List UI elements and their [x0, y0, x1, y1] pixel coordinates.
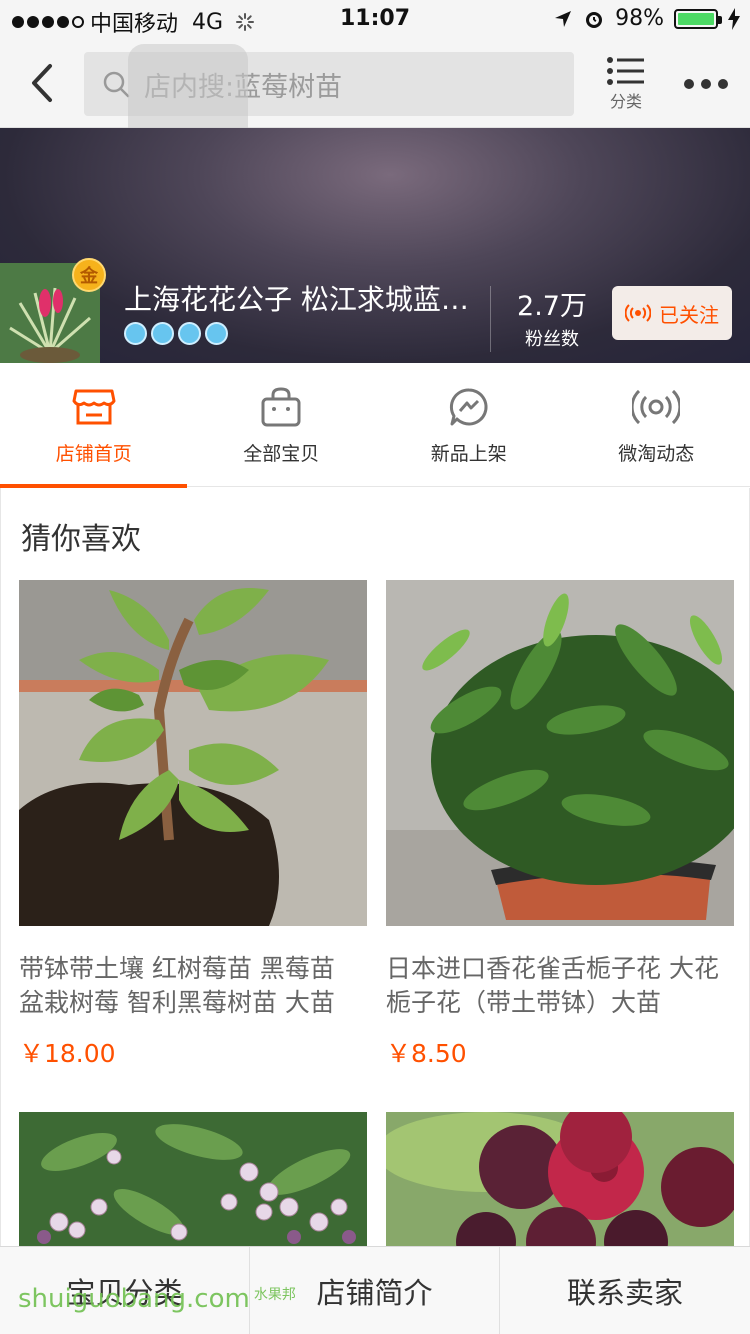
banner-divider: [490, 286, 491, 352]
follow-label: 已关注: [659, 302, 719, 327]
broadcast-icon: [625, 304, 651, 322]
tab-label: 微淘动态: [618, 443, 695, 465]
shopping-bag-icon: [261, 387, 301, 427]
product-card[interactable]: 带钵带土壤 红树莓苗 黑莓苗 盆栽树莓 智利黑莓树苗 大苗 ￥18.00: [19, 580, 367, 1070]
crown-icon: [178, 322, 201, 345]
crown-icon: [124, 322, 147, 345]
more-dot-icon: [684, 79, 694, 89]
product-title: 带钵带土壤 红树莓苗 黑莓苗 盆栽树莓 智利黑莓树苗 大苗: [19, 954, 335, 1017]
product-card[interactable]: [19, 1112, 367, 1248]
chevron-left-icon: [32, 64, 52, 102]
fans-count: 2.7万: [517, 291, 587, 322]
category-label: 分类: [609, 92, 642, 111]
new-arrival-icon: [449, 388, 488, 426]
tab-label: 全部宝贝: [243, 443, 320, 465]
product-image: [386, 1112, 734, 1248]
category-button[interactable]: 分类: [600, 56, 652, 116]
fans-label: 粉丝数: [525, 329, 579, 350]
product-card[interactable]: 日本进口香花雀舌栀子花 大花栀子花（带土带钵）大苗 ￥8.50: [386, 580, 734, 1070]
more-dot-icon: [718, 79, 728, 89]
shop-banner: 金 上海花花公子 松江求城蓝莓园艺 2.7万 粉丝数 已关注: [0, 128, 750, 363]
tab-all-items[interactable]: 全部宝贝: [188, 363, 376, 487]
product-price: ￥18.00: [19, 1039, 116, 1068]
watermark: shuiguobang.com 水果邦: [18, 1284, 296, 1314]
tab-new-arrivals[interactable]: 新品上架: [375, 363, 563, 487]
follow-button[interactable]: 已关注: [612, 286, 732, 340]
charging-bolt-icon: [728, 7, 740, 30]
product-title: 日本进口香花雀舌栀子花 大花栀子花（带土带钵）大苗: [386, 954, 719, 1017]
search-icon: [103, 71, 130, 98]
watermark-cn: 水果邦: [253, 1287, 296, 1303]
more-dot-icon: [701, 79, 711, 89]
tab-label: 店铺首页: [55, 443, 132, 465]
nav-bar: 店内搜:蓝莓树苗 分类: [0, 40, 750, 164]
gold-badge: 金: [72, 258, 106, 292]
broadcast-icon: [632, 389, 681, 425]
tab-label: 新品上架: [430, 443, 507, 465]
section-title: 猜你喜欢: [21, 522, 141, 557]
status-bar: 中国移动 4G 11:07 98%: [0, 0, 750, 40]
product-image: [19, 580, 367, 926]
contact-seller-button[interactable]: 联系卖家: [500, 1247, 750, 1334]
fans-info: 2.7万 粉丝数: [500, 284, 604, 351]
battery-percent: 98%: [615, 6, 664, 31]
product-price: ￥8.50: [386, 1039, 467, 1068]
shop-rating-crowns: [124, 322, 228, 345]
status-right: 98%: [553, 6, 740, 31]
store-icon: [72, 389, 116, 425]
location-arrow-icon: [555, 10, 572, 27]
tab-shop-home[interactable]: 店铺首页: [0, 363, 188, 488]
more-options-button[interactable]: [684, 70, 728, 98]
watermark-text: shuiguobang.com: [18, 1284, 250, 1314]
list-icon: [607, 57, 644, 85]
product-image: [386, 580, 734, 926]
alarm-clock-icon: [586, 11, 603, 28]
product-card[interactable]: [386, 1112, 734, 1248]
back-button[interactable]: [22, 58, 62, 108]
shop-tabs: 店铺首页 全部宝贝 新品上架 微淘动态: [0, 363, 750, 488]
crown-icon: [151, 322, 174, 345]
product-image: [19, 1112, 367, 1248]
crown-icon: [205, 322, 228, 345]
tab-weitao-feed[interactable]: 微淘动态: [563, 363, 750, 487]
shop-name: 上海花花公子 松江求城蓝莓园艺: [124, 283, 469, 316]
guess-you-like-section: 猜你喜欢 带钵带土壤 红树莓苗 黑莓苗 盆栽树莓 智利黑莓树苗 大苗 ￥18.0…: [0, 488, 750, 1248]
battery-icon: [674, 8, 722, 29]
